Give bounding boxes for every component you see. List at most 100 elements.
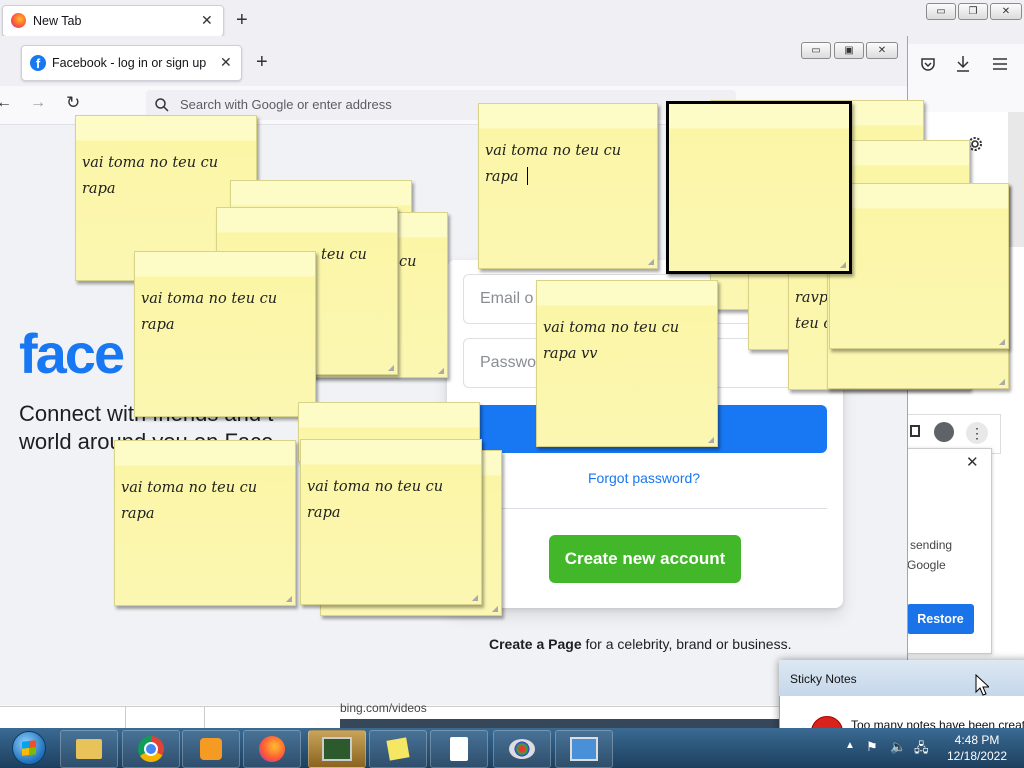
maximize-button[interactable]: ❐ [958,3,988,20]
flag-icon[interactable]: ⚑ [866,739,878,755]
media-player-icon [200,738,222,760]
chrome-icon [138,736,164,762]
taskbar-paint[interactable] [493,730,551,768]
windows-logo-icon [12,731,46,765]
resize-grip-icon[interactable]: ◢ [840,260,846,269]
sticky-note[interactable]: vai toma no teu cu rapa ◢ [114,440,296,606]
clock-time: 4:48 PM [954,733,1000,747]
more-options-icon[interactable]: ⋮ [966,422,988,444]
note-text[interactable]: vai toma no teu cu rapa [485,138,653,190]
note-text[interactable]: cu [399,249,439,275]
cards-icon [450,737,468,761]
taskbar-sticky-notes[interactable] [369,730,427,768]
note-text[interactable]: vai toma no teu cu rapa [82,150,250,202]
divider [463,508,827,509]
tab-facebook[interactable]: f Facebook - log in or sign up ✕ [21,45,242,81]
note-text[interactable]: vai toma no teu cu rapa [307,474,475,526]
new-tab-button[interactable]: + [236,9,248,32]
close-icon[interactable]: ✕ [220,54,232,71]
sticky-note[interactable]: vai toma no teu cu rapa ◢ [478,103,658,269]
address-placeholder: Search with Google or enter address [180,97,392,112]
close-icon[interactable]: ✕ [201,12,213,29]
create-page-text: Create a Page for a celebrity, brand or … [489,636,791,652]
download-icon[interactable] [955,55,971,73]
show-hidden-icons[interactable]: ▲ [845,740,855,751]
forgot-password-link[interactable]: Forgot password? [588,470,700,486]
note-text[interactable]: vai toma no teu cu rapa vv [543,315,711,367]
outer-tab-new-tab[interactable]: New Tab ✕ [2,5,224,37]
clock-date: 12/18/2022 [946,749,1008,763]
popup-text-line1: sending [910,538,953,552]
popup-text-line2: Google [907,558,946,572]
outer-tab-title: New Tab [33,14,82,28]
search-icon [155,98,169,112]
taskbar-control-panel[interactable] [555,730,613,768]
maximize-button[interactable]: ▣ [834,42,864,59]
taskbar-firefox[interactable] [243,730,301,768]
new-tab-button[interactable]: + [256,51,268,74]
menu-icon[interactable] [992,57,1008,71]
resize-grip-icon[interactable]: ◢ [999,377,1005,386]
sticky-note[interactable]: vai toma no teu cu rapa ◢ [300,439,482,605]
facebook-logo: face [19,322,125,385]
sticky-note[interactable]: ◢ [829,183,1009,349]
create-page-link[interactable]: Create a Page [489,636,582,652]
paint-icon [509,739,535,759]
resize-grip-icon[interactable]: ◢ [286,594,292,603]
facebook-icon: f [30,55,46,71]
firefox-icon [259,736,285,762]
back-icon[interactable]: ← [0,94,12,112]
outer-toolbar [907,44,1024,113]
resize-grip-icon[interactable]: ◢ [388,363,394,372]
taskbar-explorer[interactable] [60,730,118,768]
create-account-button[interactable]: Create new account [549,535,741,583]
note-text[interactable]: vai toma no teu cu rapa [121,475,289,527]
resize-grip-icon[interactable]: ◢ [492,604,498,613]
taskbar-solitaire[interactable] [430,730,488,768]
status-link: bing.com/videos [340,701,427,715]
note-text[interactable]: vai toma no teu cu rapa [141,286,309,338]
note-text[interactable]: teu cu [321,242,391,268]
text-cursor [527,167,528,185]
resize-grip-icon[interactable]: ◢ [472,593,478,602]
resize-grip-icon[interactable]: ◢ [999,337,1005,346]
outer-scrollbar[interactable] [1008,112,1024,247]
firefox-icon [11,13,26,28]
taskbar: ▲ ⚑ 🔈 🖧 4:48 PM 12/18/2022 [0,728,1024,768]
sticky-notes-icon [386,737,410,761]
control-panel-icon [570,737,598,761]
taskbar-media-player[interactable] [182,730,240,768]
inner-tab-title: Facebook - log in or sign up [52,56,207,70]
minimize-button[interactable]: ▭ [801,42,831,59]
restore-button[interactable]: Restore [907,604,974,634]
status-bar-panel [125,707,205,729]
resize-grip-icon[interactable]: ◢ [438,366,444,375]
sticky-note[interactable]: vai toma no teu cu rapa ◢ [134,251,316,417]
sidebar-icon[interactable] [910,425,920,437]
volume-icon[interactable]: 🔈 [890,739,906,755]
folder-icon [76,739,102,759]
profile-icon[interactable] [934,422,954,442]
mouse-cursor-icon [975,674,989,696]
minimize-button[interactable]: ▭ [926,3,956,20]
resize-grip-icon[interactable]: ◢ [648,257,654,266]
start-button[interactable] [2,730,56,766]
status-bar: bing.com/videos [0,701,780,729]
sticky-note[interactable]: vai toma no teu cu rapa vv ◢ [536,280,718,447]
sticky-note-active[interactable]: ◢ [666,101,852,274]
forward-icon[interactable]: → [30,94,46,112]
close-window-button[interactable]: ✕ [990,3,1022,20]
dialog-title: Sticky Notes [790,672,857,686]
close-icon[interactable]: ✕ [966,453,979,471]
network-icon[interactable]: 🖧 [914,739,929,761]
create-page-desc: for a celebrity, brand or business. [581,636,792,652]
restore-popup: ✕ sending Google Restore [905,448,992,654]
taskbar-task-manager[interactable] [308,730,366,768]
monitor-icon [322,737,352,761]
taskbar-chrome[interactable] [122,730,180,768]
pocket-icon[interactable] [920,56,936,72]
close-window-button[interactable]: ✕ [866,42,898,59]
system-clock[interactable]: 4:48 PM 12/18/2022 [937,732,1017,764]
resize-grip-icon[interactable]: ◢ [708,435,714,444]
reload-icon[interactable]: ↻ [66,93,80,113]
